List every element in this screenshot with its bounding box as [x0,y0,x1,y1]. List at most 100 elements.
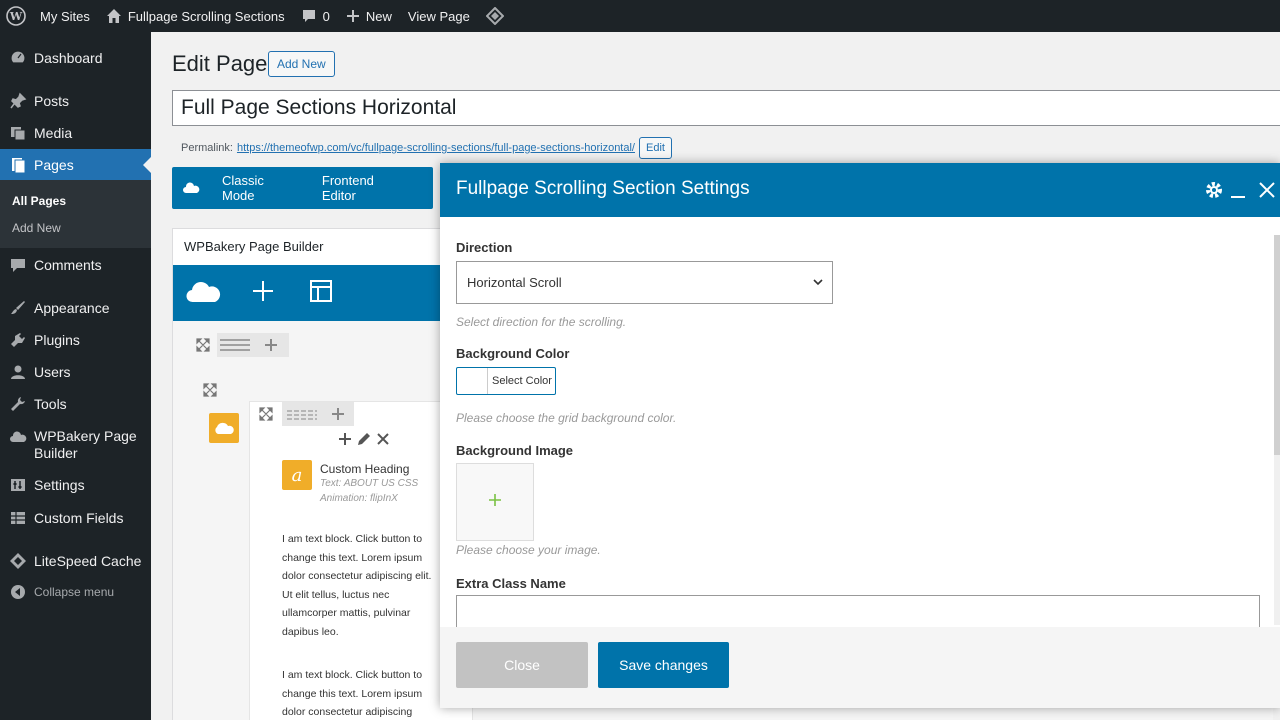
close-button[interactable]: Close [456,642,588,688]
sidebar-item-label: Plugins [34,332,80,348]
expand-icon[interactable] [189,333,217,357]
sidebar-item-label: LiteSpeed Cache [34,553,142,569]
grid-icon [8,508,28,528]
text-block-1[interactable]: I am text block. Click button to change … [282,530,442,641]
select-color-button[interactable]: Select Color [456,367,556,395]
column-expand-icon[interactable] [203,383,217,402]
view-page-link[interactable]: View Page [400,0,478,32]
scrollbar-thumb[interactable] [1274,235,1280,455]
comments-count: 0 [322,8,330,24]
element-edit-pencil-icon[interactable] [357,432,371,446]
inner-drag-handle-icon[interactable] [282,402,322,426]
modal-title: Fullpage Scrolling Section Settings [456,178,750,199]
post-title-input[interactable]: Full Page Sections Horizontal [172,90,1280,126]
extra-class-input[interactable] [456,595,1260,627]
bg-color-label: Background Color [456,346,570,361]
sidebar-item-label: Collapse menu [34,585,115,599]
image-picker[interactable] [456,463,534,541]
sidebar-item-label: Settings [34,477,85,493]
submenu-all-pages[interactable]: All Pages [12,194,66,208]
inner-row-controls [250,402,354,426]
bg-image-label: Background Image [456,443,574,458]
drag-handle-icon[interactable] [217,333,253,357]
gear-icon[interactable] [1204,180,1224,200]
inner-expand-icon[interactable] [250,402,282,426]
modal-scrollbar[interactable] [1274,235,1280,625]
wpbakery-panel-title: WPBakery Page Builder [184,239,324,254]
direction-select[interactable]: Horizontal Scroll [456,261,833,304]
minimize-icon[interactable] [1230,180,1246,200]
site-name-link[interactable]: Fullpage Scrolling Sections [98,0,293,32]
save-changes-button[interactable]: Save changes [598,642,729,688]
sidebar-item-pages[interactable]: Pages [0,149,151,181]
page-title: Edit Page [172,51,268,76]
sidebar-item-dashboard[interactable]: Dashboard [0,44,151,72]
sidebar-item-label: Media [34,125,73,141]
custom-heading-icon: a [282,460,312,490]
sidebar-item-appearance[interactable]: Appearance [0,294,151,322]
comments-link[interactable]: 0 [293,0,338,32]
element-delete-icon[interactable] [376,432,390,446]
sidebar-item-media[interactable]: Media [0,119,151,147]
classic-mode-button[interactable]: Classic Mode [222,173,298,203]
extra-class-label: Extra Class Name [456,576,566,591]
inner-add-icon[interactable] [322,402,354,426]
sidebar-item-users[interactable]: Users [0,358,151,386]
sidebar-item-label: Users [34,364,71,380]
permalink-link[interactable]: https://themeofwp.com/vc/fullpage-scroll… [237,142,635,154]
new-content-link[interactable]: New [338,0,400,32]
site-name-label: Fullpage Scrolling Sections [127,8,285,24]
frontend-editor-button[interactable]: Frontend Editor [322,173,409,203]
wordpress-logo-icon[interactable]: W [0,0,32,32]
permalink-edit-button[interactable]: Edit [638,137,672,159]
svg-text:W: W [9,10,23,23]
add-element-icon[interactable] [251,279,275,303]
custom-heading-title[interactable]: Custom Heading [320,462,409,476]
bg-color-help: Please choose the grid background color. [456,411,677,425]
modal-footer: Close Save changes [440,627,1280,708]
sidebar-item-litespeed[interactable]: LiteSpeed Cache [0,547,151,575]
sidebar-item-tools[interactable]: Tools [0,390,151,418]
comment-icon [8,255,28,275]
close-icon[interactable] [1258,180,1276,200]
direction-selected-value: Horizontal Scroll [467,275,562,290]
submenu-add-new[interactable]: Add New [12,221,61,235]
sidebar-item-wpbakery[interactable]: WPBakery Page Builder [0,428,151,464]
collapse-icon [8,582,28,602]
direction-help: Select direction for the scrolling. [456,315,627,329]
brush-icon [8,298,28,318]
dashboard-icon [8,48,28,68]
element-add-icon[interactable] [338,432,352,446]
view-page-label: View Page [407,8,470,24]
wrench-icon [8,394,28,414]
select-color-label: Select Color [492,375,552,387]
admin-sidebar: Dashboard Posts Media Pages All Pages Ad… [0,32,151,720]
modal-body: Direction Horizontal Scroll Select direc… [440,217,1280,627]
pin-icon [8,91,28,111]
templates-icon[interactable] [309,279,333,303]
color-swatch [457,368,488,394]
custom-heading-animation-meta: Animation: flipInX [320,493,398,504]
sidebar-item-settings[interactable]: Settings [0,471,151,499]
collapse-menu-button[interactable]: Collapse menu [0,579,151,605]
add-new-button[interactable]: Add New [268,51,335,77]
diamond-icon [8,551,28,571]
sidebar-item-comments[interactable]: Comments [0,251,151,279]
my-sites-label: My Sites [40,8,90,24]
fullpage-section-icon [209,413,239,443]
row-add-icon[interactable] [253,333,289,357]
active-indicator [143,157,151,173]
litespeed-diamond-icon[interactable] [478,0,512,32]
element-controls [338,432,390,446]
wpbakery-cloud-icon[interactable] [185,276,221,306]
sidebar-item-posts[interactable]: Posts [0,87,151,115]
sidebar-item-label: Posts [34,93,70,109]
admin-bar: W My Sites Fullpage Scrolling Sections 0… [0,0,1280,32]
wpbakery-logo-icon [182,181,200,195]
plus-icon [346,9,360,23]
sidebar-item-plugins[interactable]: Plugins [0,326,151,354]
my-sites-link[interactable]: My Sites [32,0,98,32]
sidebar-item-custom-fields[interactable]: Custom Fields [0,504,151,532]
text-block-2[interactable]: I am text block. Click button to change … [282,666,442,720]
direction-label: Direction [456,240,513,255]
